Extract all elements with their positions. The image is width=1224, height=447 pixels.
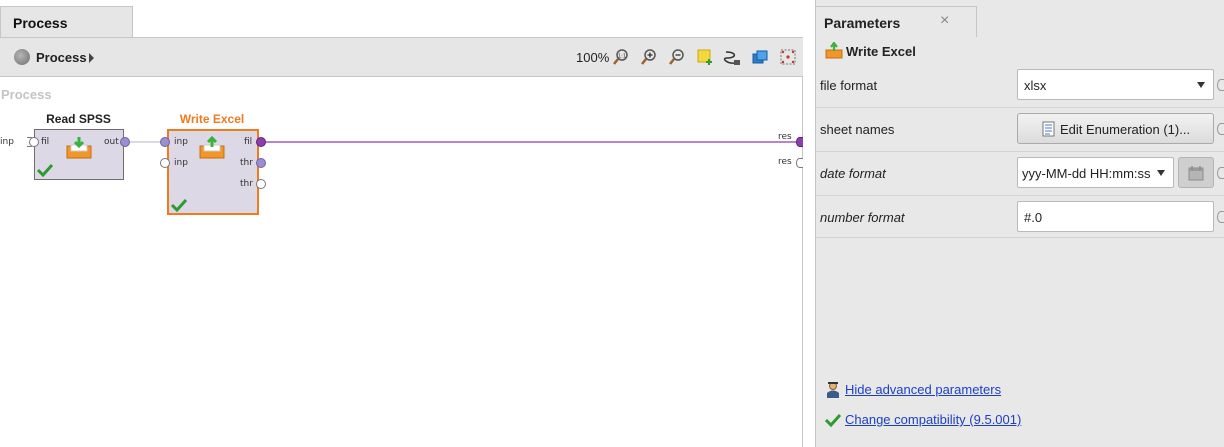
write-excel-port-label-inp1: inp [174,137,188,147]
info-icon-number-format[interactable] [1217,211,1224,223]
process-port-label-inp: inp [0,137,14,147]
close-icon[interactable]: × [940,12,949,30]
zoom-out-icon[interactable] [668,48,686,66]
write-excel-port-inp2[interactable] [160,158,170,168]
chevron-down-icon [1157,170,1165,176]
write-excel-status-check-icon [170,198,188,212]
param-label-file-format: file format [820,78,878,93]
chevron-down-icon [1197,82,1205,88]
change-compatibility-link[interactable]: Change compatibility (9.5.001) [845,412,1021,427]
number-format-value: #.0 [1024,210,1043,225]
zoom-fit-icon[interactable]: 1:1 [612,48,630,66]
write-excel-port-label-thr1: thr [240,158,253,168]
svg-text:1:1: 1:1 [618,54,626,60]
info-icon-date-format[interactable] [1217,167,1224,179]
write-excel-icon [199,136,225,159]
write-excel-port-fil[interactable] [256,137,266,147]
date-picker-button[interactable] [1178,157,1214,188]
calendar-icon [1188,166,1204,181]
read-spss-icon [66,137,92,159]
breadcrumb[interactable]: Process [36,50,87,65]
edit-enumeration-label: Edit Enumeration (1)... [1060,122,1191,137]
tab-parameters-label: Parameters [824,15,901,31]
tab-process-label: Process [13,15,68,31]
write-excel-port-label-thr2: thr [240,179,253,189]
param-label-date-format: date format [820,166,886,181]
read-spss-port-out[interactable] [120,137,130,147]
read-spss-port-fil[interactable] [29,137,39,147]
number-format-input[interactable]: #.0 [1017,201,1214,232]
result-port-label-2: res [778,157,792,167]
result-port-label-1: res [778,132,792,142]
tab-process[interactable]: Process [0,6,133,37]
canvas-process-label: Process [1,87,52,102]
user-expert-icon [827,382,839,398]
read-spss-port-label-out: out [104,137,119,147]
write-excel-small-icon [825,42,843,59]
breadcrumb-arrow-icon[interactable] [89,53,94,63]
list-edit-icon [1042,121,1055,137]
write-excel-port-thr2[interactable] [256,179,266,189]
file-format-value: xlsx [1024,78,1047,93]
param-label-sheet-names: sheet names [820,122,895,137]
read-spss-status-check-icon [36,163,54,177]
read-spss-port-label-fil: fil [41,137,50,147]
write-excel-port-inp1[interactable] [160,137,170,147]
write-excel-port-thr1[interactable] [256,158,266,168]
result-port-2[interactable] [796,158,803,168]
add-note-icon[interactable] [696,48,714,66]
parameters-operator-title: Write Excel [846,44,916,59]
info-icon-sheet-names[interactable] [1217,123,1224,135]
write-excel-port-label-inp2: inp [174,158,188,168]
write-excel-port-label-fil: fil [244,137,253,147]
edit-enumeration-button[interactable]: Edit Enumeration (1)... [1017,113,1214,144]
operator-title-read-spss: Read SPSS [46,112,111,126]
zoom-in-icon[interactable] [640,48,658,66]
process-layout-icon[interactable] [779,48,797,66]
hide-advanced-parameters-link[interactable]: Hide advanced parameters [845,382,1001,397]
result-port-1[interactable] [796,137,803,147]
zoom-level: 100% [576,50,610,65]
arrange-operators-icon[interactable] [751,48,769,66]
file-format-select[interactable]: xlsx [1017,69,1214,100]
check-icon [825,413,841,427]
date-format-value: yyy-MM-dd HH:mm:ss [1022,166,1151,181]
process-icon [14,49,30,65]
param-label-number-format: number format [820,210,905,225]
auto-wire-icon[interactable] [723,48,741,66]
operator-title-write-excel: Write Excel [179,112,245,126]
date-format-combobox[interactable]: yyy-MM-dd HH:mm:ss [1017,157,1174,188]
info-icon-file-format[interactable] [1217,79,1224,91]
